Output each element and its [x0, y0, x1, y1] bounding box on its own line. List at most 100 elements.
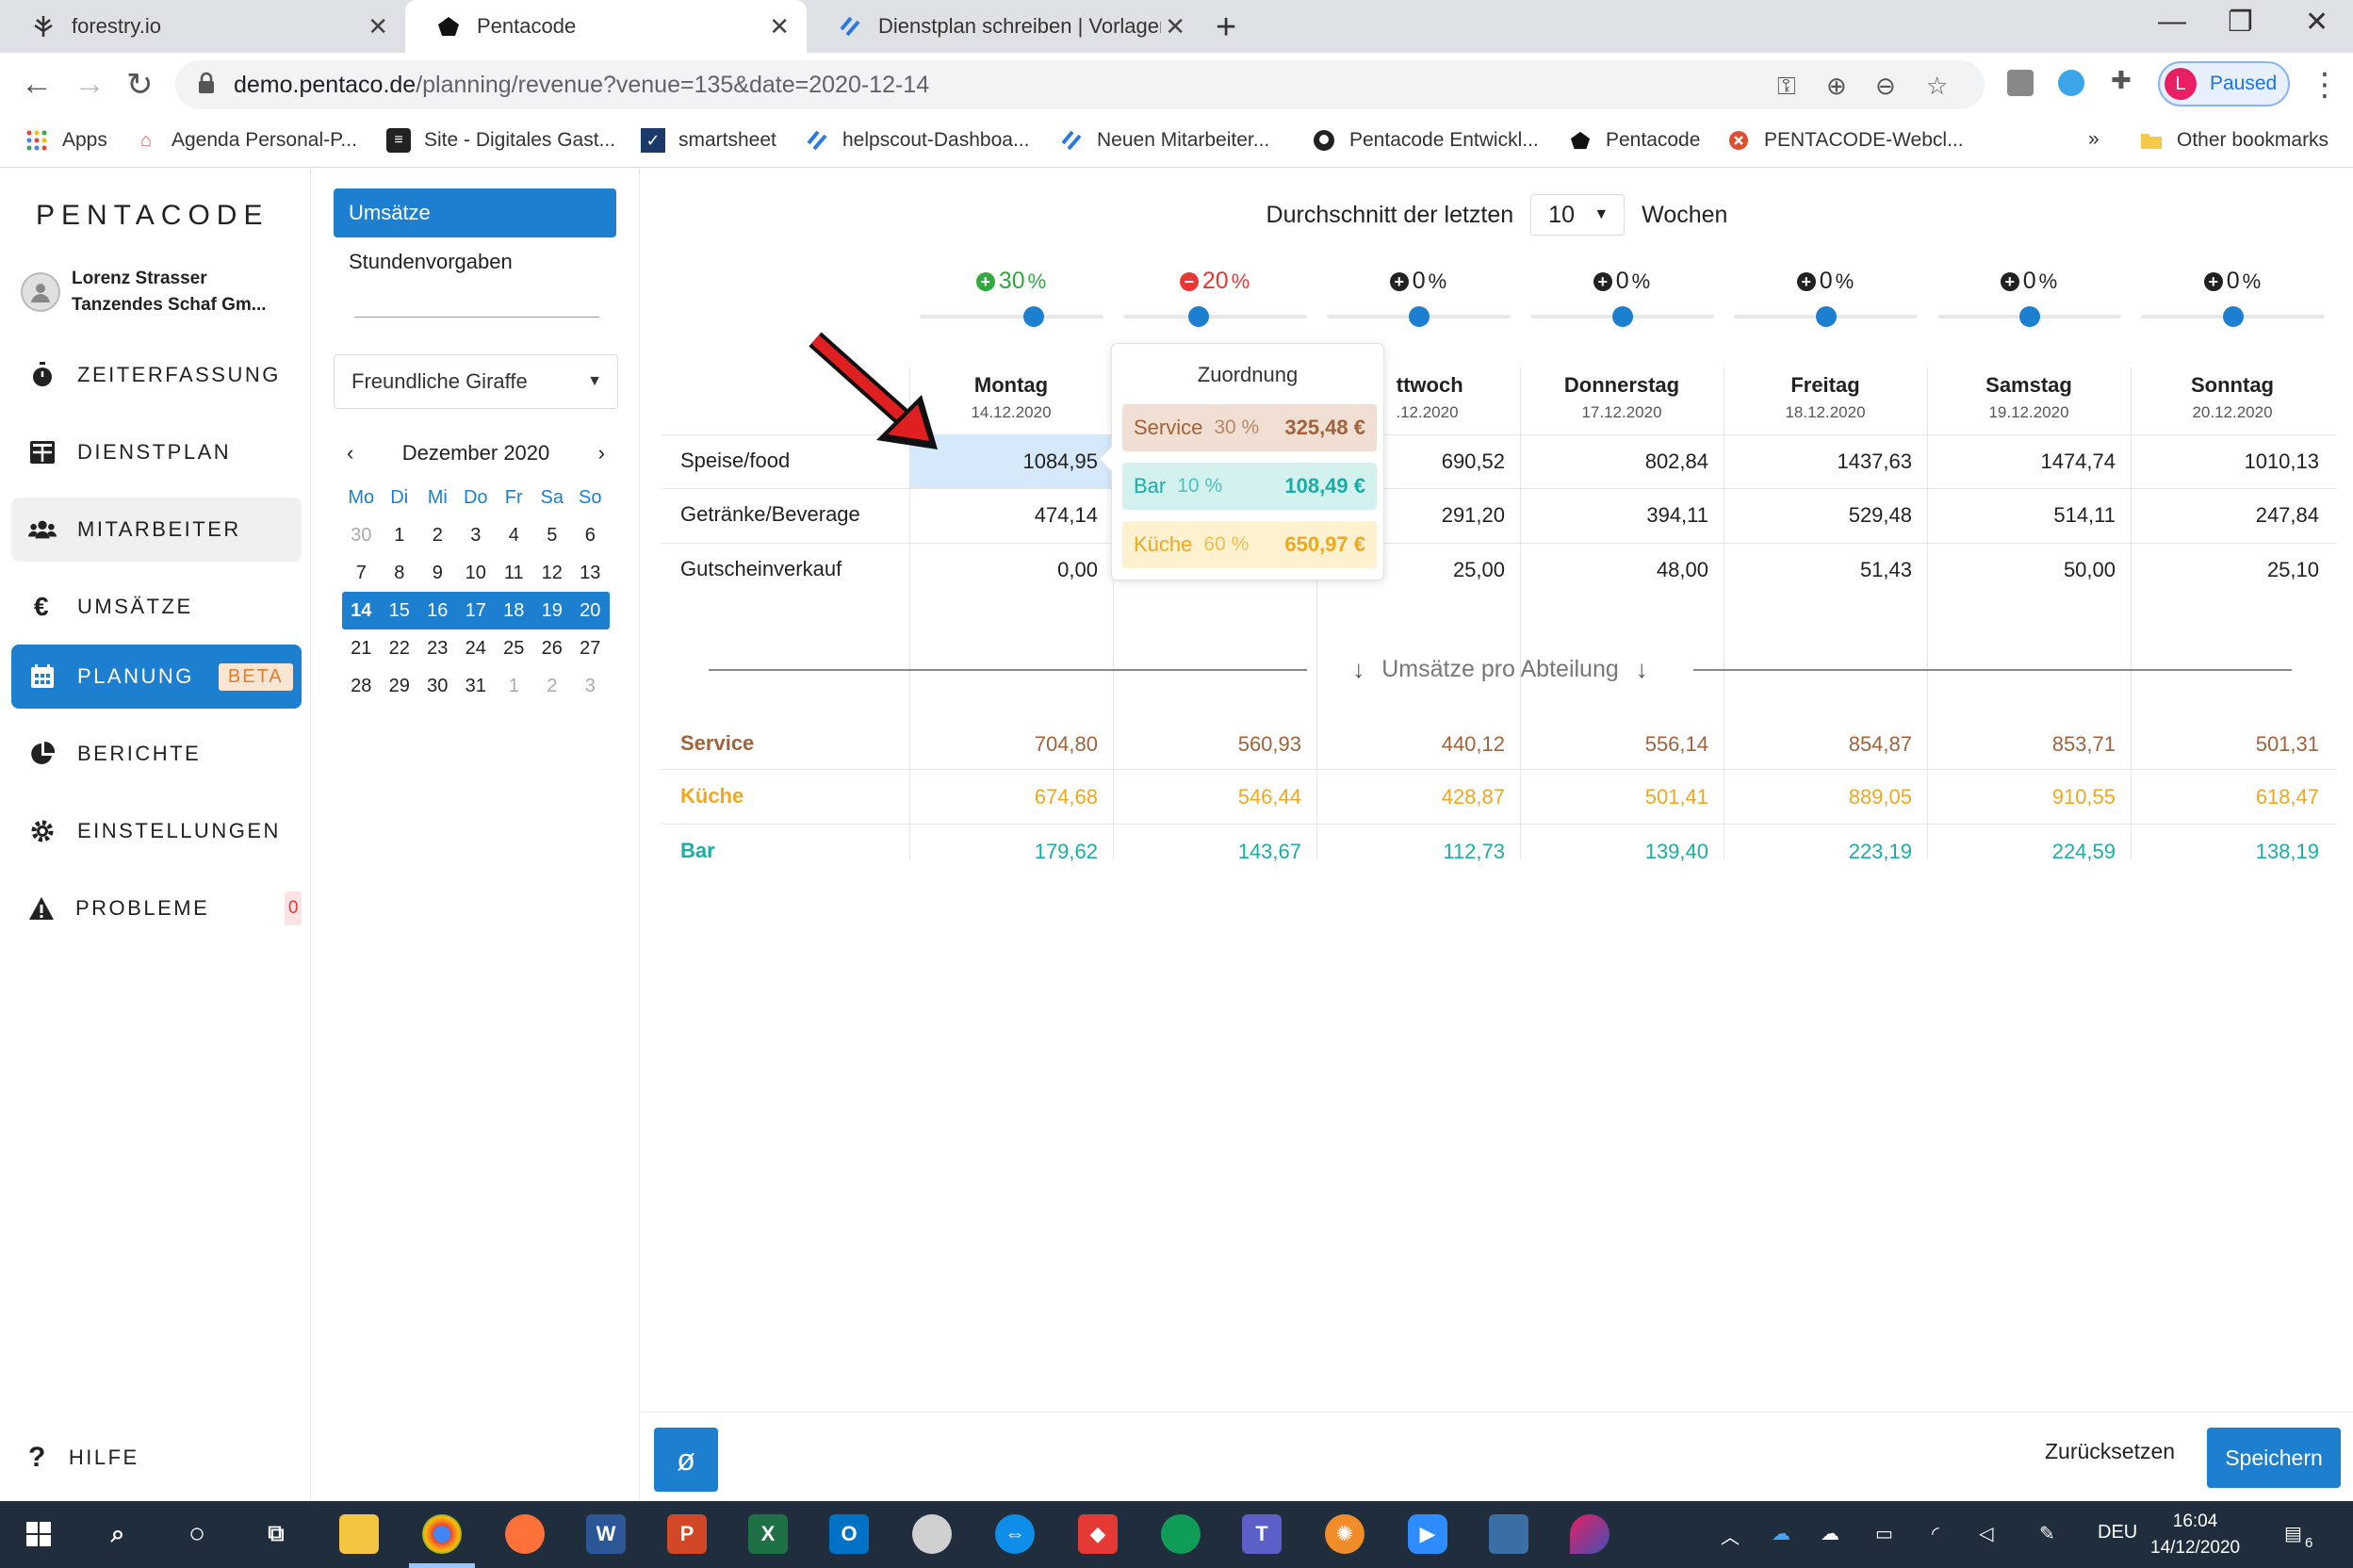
key-icon[interactable]: ⚿: [1777, 72, 1796, 102]
close-window-icon[interactable]: ✕: [2305, 6, 2328, 39]
calendar-day[interactable]: 12: [533, 563, 572, 584]
plus-circle-icon[interactable]: +: [2000, 271, 2019, 291]
calendar-day[interactable]: 27: [571, 638, 610, 660]
revenue-cell[interactable]: 1474,74: [1927, 435, 2131, 488]
revenue-cell[interactable]: 394,11: [1520, 489, 1724, 542]
bookmark-pentacode-entwicklung[interactable]: Pentacode Entwickl...: [1312, 128, 1539, 153]
calendar-day[interactable]: 4: [495, 525, 533, 547]
nav-zeiterfassung[interactable]: ZEITERFASSUNG: [11, 343, 302, 407]
wifi-icon[interactable]: ◜: [1932, 1522, 1939, 1545]
forward-icon[interactable]: →: [74, 66, 106, 103]
profile-button[interactable]: L Paused: [2158, 61, 2290, 106]
nav-dienstplan[interactable]: DIENSTPLAN: [11, 420, 302, 484]
plus-circle-icon[interactable]: +: [1593, 271, 1612, 291]
calendar-day[interactable]: 3: [457, 525, 496, 547]
bookmark-pentacode-webclient[interactable]: PENTACODE-Webcl...: [1726, 128, 1964, 153]
bookmark-agenda[interactable]: ⌂ Agenda Personal-P...: [134, 128, 357, 153]
new-tab-icon[interactable]: +: [1216, 8, 1236, 48]
plus-circle-icon[interactable]: +: [1389, 271, 1409, 291]
revenue-cell[interactable]: 25,10: [2131, 544, 2334, 596]
restore-icon[interactable]: ❐: [2228, 6, 2253, 39]
anydesk-icon[interactable]: ◆: [1078, 1514, 1118, 1554]
install-icon[interactable]: ⊕: [1826, 72, 1847, 101]
calendar-day[interactable]: 24: [457, 638, 496, 660]
browser-tab-pentacode[interactable]: Pentacode ✕: [405, 0, 807, 53]
calendar-day[interactable]: 31: [457, 676, 496, 697]
revenue-cell[interactable]: 474,14: [909, 489, 1113, 542]
calendar-day[interactable]: 8: [381, 563, 419, 584]
extensions-puzzle-icon[interactable]: ✚: [2111, 66, 2132, 95]
bookmark-other[interactable]: Other bookmarks: [2139, 128, 2328, 153]
subnav-stundenvorgaben[interactable]: Stundenvorgaben: [334, 237, 616, 286]
browser-menu-icon[interactable]: ⋮: [2309, 66, 2341, 104]
photos-icon[interactable]: [1489, 1514, 1528, 1554]
slider-knob[interactable]: [2018, 306, 2040, 327]
teams-icon[interactable]: T: [1242, 1514, 1282, 1554]
calendar-day[interactable]: 17: [457, 600, 496, 622]
word-icon[interactable]: W: [586, 1514, 626, 1554]
calendar-day[interactable]: 7: [342, 563, 381, 584]
calendar-day[interactable]: 1: [495, 676, 533, 697]
user-info[interactable]: Lorenz Strasser Tanzendes Schaf Gm...: [21, 266, 267, 318]
bookmark-neuen-mitarbeiter[interactable]: Neuen Mitarbeiter...: [1059, 128, 1269, 153]
clear-button[interactable]: ø: [654, 1428, 718, 1492]
nav-mitarbeiter[interactable]: MITARBEITER: [11, 498, 302, 562]
bookmark-smartsheet[interactable]: ✓ smartsheet: [641, 128, 776, 153]
calendar-day[interactable]: 30: [342, 525, 381, 547]
nav-hilfe[interactable]: ? HILFE: [28, 1442, 139, 1474]
revenue-cell[interactable]: 1437,63: [1724, 435, 1927, 488]
calendar-day[interactable]: 13: [571, 563, 610, 584]
close-tab-icon[interactable]: ✕: [1165, 12, 1185, 41]
cloud-icon[interactable]: ☁: [1821, 1522, 1839, 1545]
calendar-week[interactable]: 30 1 2 3 4 5 6: [342, 516, 610, 554]
grammarly-extension-icon[interactable]: [2007, 70, 2034, 96]
pen-icon[interactable]: ✎: [2039, 1522, 2055, 1545]
calendar-day[interactable]: 3: [571, 676, 610, 697]
edge-icon[interactable]: [1161, 1514, 1201, 1554]
revenue-cell[interactable]: 514,11: [1927, 489, 2131, 542]
calendar-day[interactable]: 28: [342, 676, 381, 697]
calendar-day[interactable]: 22: [381, 638, 419, 660]
calendar-day[interactable]: 2: [533, 676, 572, 697]
snipping-icon[interactable]: [912, 1514, 952, 1554]
adjustment-slider[interactable]: [1123, 306, 1307, 327]
slider-knob[interactable]: [2222, 306, 2244, 327]
calendar-week[interactable]: 21 22 23 24 25 26 27: [342, 629, 610, 667]
calendar-day[interactable]: 11: [495, 563, 533, 584]
revenue-cell[interactable]: 51,43: [1724, 544, 1927, 596]
revenue-cell[interactable]: 50,00: [1927, 544, 2131, 596]
revenue-cell[interactable]: 247,84: [2131, 489, 2334, 542]
slider-knob[interactable]: [1408, 306, 1430, 327]
back-icon[interactable]: ←: [21, 66, 53, 103]
chrome-icon[interactable]: [422, 1514, 462, 1554]
plus-circle-icon[interactable]: +: [975, 271, 995, 291]
calendar-week[interactable]: 28 29 30 31 1 2 3: [342, 667, 610, 705]
revenue-cell[interactable]: 529,48: [1724, 489, 1927, 542]
adjustment-slider[interactable]: [1937, 306, 2121, 327]
calendar-day[interactable]: 23: [418, 638, 457, 660]
search-icon[interactable]: ⌕: [98, 1514, 138, 1554]
calendar-day[interactable]: 19: [533, 600, 572, 622]
calendar-day[interactable]: 2: [418, 525, 457, 547]
bookmark-star-icon[interactable]: ☆: [1926, 72, 1948, 101]
calendar-day[interactable]: 26: [533, 638, 572, 660]
cortana-icon[interactable]: ○: [177, 1514, 217, 1554]
next-month-icon[interactable]: ›: [598, 441, 605, 466]
zoom-icon[interactable]: ⊖: [1875, 72, 1896, 101]
excel-icon[interactable]: X: [748, 1514, 788, 1554]
revenue-cell[interactable]: 1010,13: [2131, 435, 2334, 488]
reload-icon[interactable]: ↻: [126, 66, 154, 104]
revenue-cell[interactable]: 0,00: [909, 544, 1113, 596]
url-field[interactable]: demo.pentaco.de/planning/revenue?venue=1…: [175, 60, 1985, 109]
nav-probleme[interactable]: PROBLEME 0: [11, 876, 302, 940]
nav-planung[interactable]: PLANUNG BETA: [11, 645, 302, 709]
minus-circle-icon[interactable]: −: [1179, 271, 1199, 291]
calendar-day[interactable]: 30: [418, 676, 457, 697]
file-explorer-icon[interactable]: [339, 1514, 379, 1554]
adjustment-slider[interactable]: [1734, 306, 1918, 327]
battery-icon[interactable]: ▭: [1875, 1522, 1893, 1545]
allocation-service[interactable]: Service 30 % 325,48 €: [1122, 404, 1377, 451]
powerpoint-icon[interactable]: P: [667, 1514, 707, 1554]
close-tab-icon[interactable]: ✕: [368, 12, 388, 41]
calendar-day[interactable]: 21: [342, 638, 381, 660]
